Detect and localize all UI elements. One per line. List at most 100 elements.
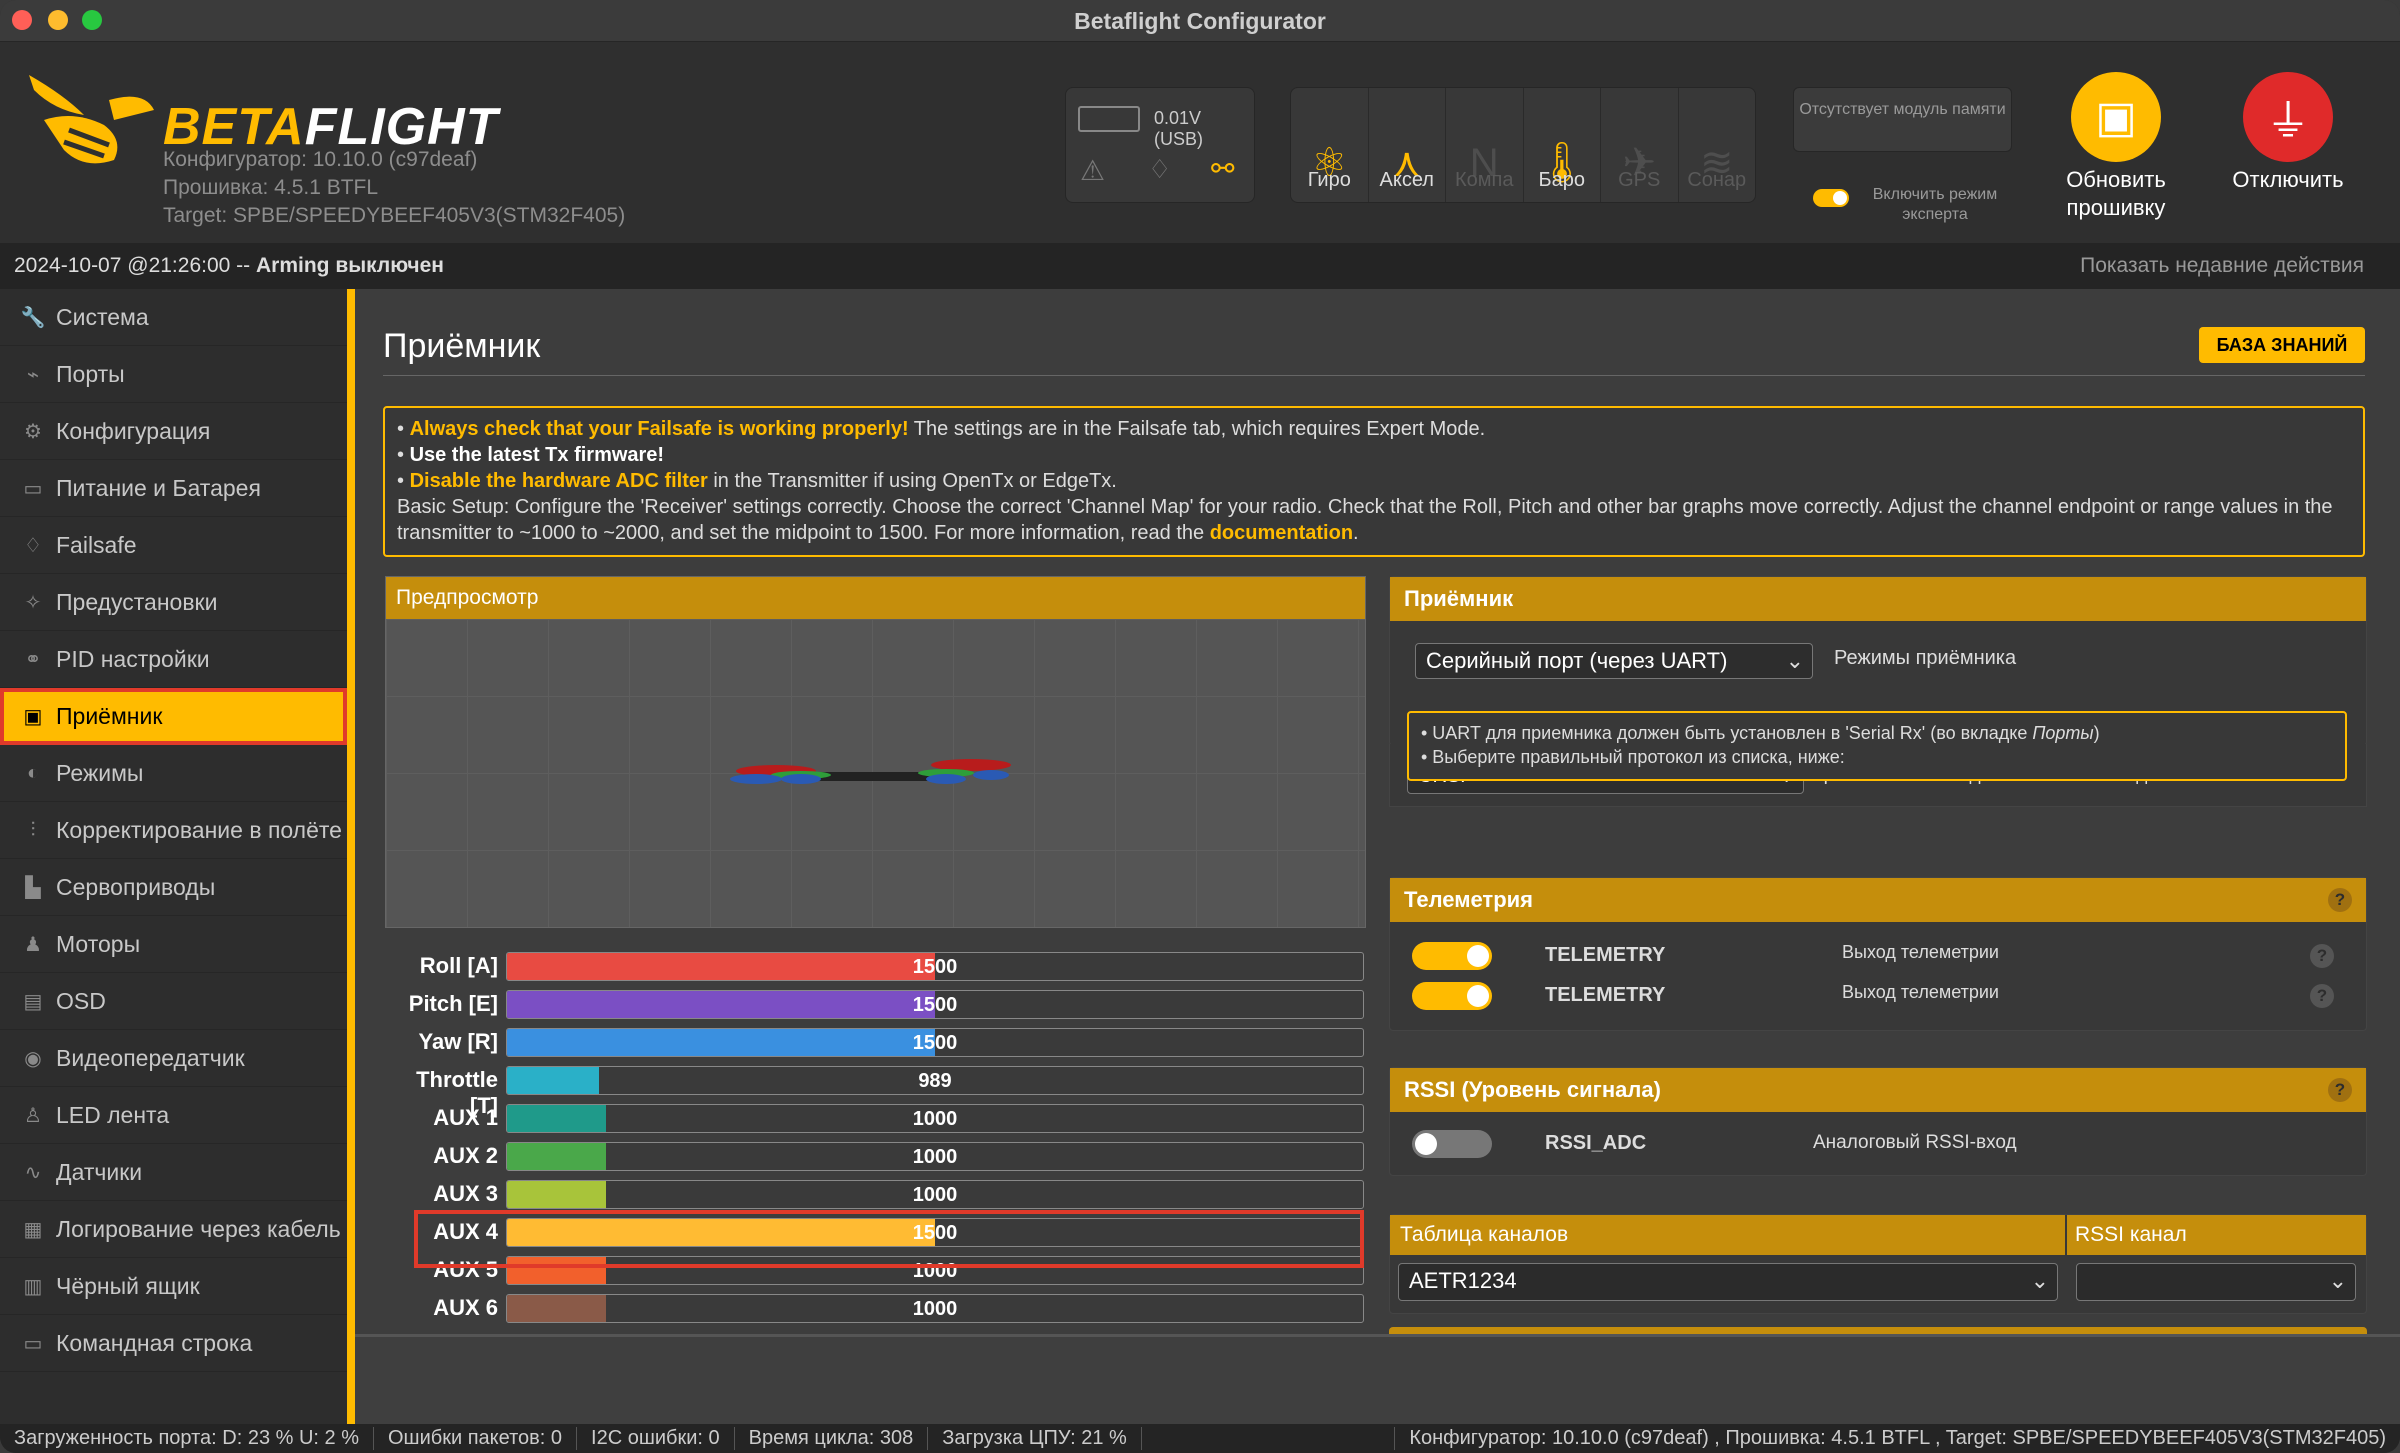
channel-bar: 1500 (506, 952, 1364, 981)
sidebar-item-motors[interactable]: ♟ Моторы (0, 916, 347, 973)
sensors-icon: ∿ (24, 1161, 42, 1184)
battery-status: 0.01V (USB) ⚠ ♢ ⚯ (1065, 87, 1255, 203)
help-icon[interactable]: ? (2310, 984, 2334, 1008)
note-line2: Use the latest Tx firmware! (409, 444, 665, 466)
preview-grid (386, 619, 1365, 927)
channel-name: AUX 2 (433, 1143, 498, 1168)
channel-bar: 1500 (506, 1028, 1364, 1057)
sidebar-item-sensors[interactable]: ∿ Датчики (0, 1144, 347, 1201)
sidebar-item-logging[interactable]: ▦ Логирование через кабель (0, 1201, 347, 1258)
channel-value: 1000 (912, 1298, 958, 1320)
channel-map-input[interactable]: AETR1234 ⌄ (1398, 1263, 2058, 1301)
battery-voltage: 0.01V (USB) (1154, 108, 1203, 149)
channel-bar: 1000 (506, 1294, 1364, 1323)
app-window: Betaflight Configurator BETAFLIGHT Конфи… (0, 0, 2400, 1453)
packet-errors: Ошибки пакетов: 0 (374, 1427, 578, 1450)
page-title: Приёмник (383, 327, 541, 365)
aux4-highlight-box (414, 1210, 1364, 1268)
sidebar-item-modes[interactable]: ◐ Режимы (0, 745, 347, 802)
gear-icon: ⚙ (24, 420, 42, 443)
sidebar-accent (347, 289, 355, 1424)
sidebar-item-ports[interactable]: ⌁ Порты (0, 346, 347, 403)
chip-icon: ▣ (2095, 92, 2137, 142)
bottom-status-bar: Загруженность порта: D: 23 % U: 2 % Ошиб… (0, 1424, 2400, 1453)
channel-bar: 1000 (506, 1142, 1364, 1171)
sidebar-item-pid[interactable]: ⚭ PID настройки (0, 631, 347, 688)
version-info: Конфигуратор: 10.10.0 (c97deaf) , Прошив… (1394, 1427, 2400, 1450)
channel-name: Yaw [R] (418, 1029, 498, 1054)
servo-icon: ▙ (25, 876, 41, 899)
disconnect-button[interactable]: ⏚ (2243, 72, 2333, 162)
failsafe-icon: ♢ (1148, 154, 1172, 184)
sidebar-item-presets[interactable]: ✧ Предустановки (0, 574, 347, 631)
terminal-icon: ▭ (23, 1332, 43, 1355)
app-header: BETAFLIGHT Конфигуратор: 10.10.0 (c97dea… (0, 42, 2400, 243)
arming-status: Arming выключен (255, 254, 444, 277)
rssi-adc-toggle[interactable] (1412, 1130, 1492, 1158)
usb-disconnect-icon: ⏚ (2266, 97, 2310, 146)
channel-row: AUX 2 1000 (383, 1139, 1368, 1177)
sidebar-item-adjustments[interactable]: ⫶ Корректирование в полёте (0, 802, 347, 859)
channel-name: Roll [A] (419, 953, 498, 978)
sidebar-item-led[interactable]: ♙ LED лента (0, 1087, 347, 1144)
title-divider (383, 375, 2365, 376)
note-line4: Basic Setup: Configure the 'Receiver' se… (397, 496, 2333, 544)
note-line1: The settings are in the Failsafe tab, wh… (908, 418, 1486, 440)
sidebar-item-configuration[interactable]: ⚙ Конфигурация (0, 403, 347, 460)
sidebar-item-system[interactable]: 🔧 Система (0, 289, 347, 346)
parachute-icon: ♢ (24, 534, 42, 557)
help-icon: ? (2328, 888, 2352, 912)
status-bar: 2024-10-07 @21:26:00 -- Arming выключен … (0, 243, 2400, 289)
telemetry-title: Телеметрия? (1390, 878, 2366, 922)
sensor-status: ⚛ Гиро ⋏ Аксел N Компа 🌡 Баро ✈ GPS ≋ Сонар (1290, 87, 1756, 203)
sidebar-item-vtx[interactable]: ◉ Видеопередатчик (0, 1030, 347, 1087)
channel-value: 989 (918, 1070, 952, 1092)
telemetry-panel: Телеметрия? TELEMETRY Выход телеметрии ?… (1389, 877, 2367, 1031)
channel-bar: 989 (506, 1066, 1364, 1095)
pid-icon: ⚭ (24, 648, 42, 671)
port-utilization: Загруженность порта: D: 23 % U: 2 % (0, 1427, 374, 1450)
sidebar-item-servos[interactable]: ▙ Сервоприводы (0, 859, 347, 916)
link-icon: ⚯ (1211, 153, 1235, 184)
documentation-link[interactable]: documentation (1210, 522, 1353, 544)
sidebar-item-blackbox[interactable]: ▥ Чёрный ящик (0, 1258, 347, 1315)
update-firmware-button[interactable]: ▣ (2071, 72, 2161, 162)
firmware-version: Прошивка: 4.5.1 BTFL (163, 176, 379, 199)
receiver-icon: ▣ (23, 706, 43, 728)
telemetry-toggle-2[interactable] (1412, 982, 1492, 1010)
sensor-sonar: ≋ Сонар (1679, 88, 1756, 202)
channel-map-header: Таблица каналов RSSI канал (1390, 1215, 2366, 1255)
content-footer-area (355, 1334, 2400, 1424)
chevron-down-icon: ⌄ (2328, 1268, 2347, 1293)
sliders-icon: ⫶ (30, 818, 36, 841)
recent-actions-link[interactable]: Показать недавние действия (2080, 243, 2364, 289)
sidebar-item-power[interactable]: ▭ Питание и Батарея (0, 460, 347, 517)
chevron-down-icon: ⌄ (2030, 1268, 2049, 1293)
channel-name: AUX 1 (433, 1105, 498, 1130)
expert-mode-toggle[interactable] (1813, 189, 1849, 207)
i2c-errors: I2C ошибки: 0 (577, 1427, 735, 1450)
receiver-info-box: • UART для приемника должен быть установ… (1407, 711, 2347, 781)
sidebar-item-osd[interactable]: ▤ OSD (0, 973, 347, 1030)
title-bar: Betaflight Configurator (0, 0, 2400, 42)
rssi-channel-select[interactable]: ⌄ (2076, 1263, 2356, 1301)
help-icon[interactable]: ? (2310, 944, 2334, 968)
telemetry-toggle-1[interactable] (1412, 942, 1492, 970)
channel-name: AUX 3 (433, 1181, 498, 1206)
main-content: Приёмник БАЗА ЗНАНИЙ • Always check that… (355, 289, 2400, 1334)
log-icon: ▦ (23, 1218, 43, 1241)
sidebar-item-failsafe[interactable]: ♢ Failsafe (0, 517, 347, 574)
knowledge-base-button[interactable]: БАЗА ЗНАНИЙ (2199, 327, 2365, 363)
info-note: • Always check that your Failsafe is wor… (383, 406, 2365, 557)
channel-value: 1000 (912, 1146, 958, 1168)
sidebar-item-receiver[interactable]: ▣ Приёмник (0, 688, 347, 745)
rssi-title: RSSI (Уровень сигнала)? (1390, 1068, 2366, 1112)
warning-icon: ⚠ (1080, 155, 1106, 186)
sidebar: 🔧 Система ⌁ Порты ⚙ Конфигурация ▭ Питание и… (0, 289, 347, 1424)
sidebar-item-cli[interactable]: ▭ Командная строка (0, 1315, 347, 1372)
disconnect-label[interactable]: Отключить (2223, 166, 2353, 194)
receiver-mode-select[interactable]: Серийный порт (через UART) ⌄ (1415, 643, 1813, 679)
channel-value: 1500 (912, 994, 958, 1016)
update-firmware-label[interactable]: Обновить прошивку (2046, 166, 2186, 222)
channel-name: Pitch [E] (408, 991, 498, 1016)
